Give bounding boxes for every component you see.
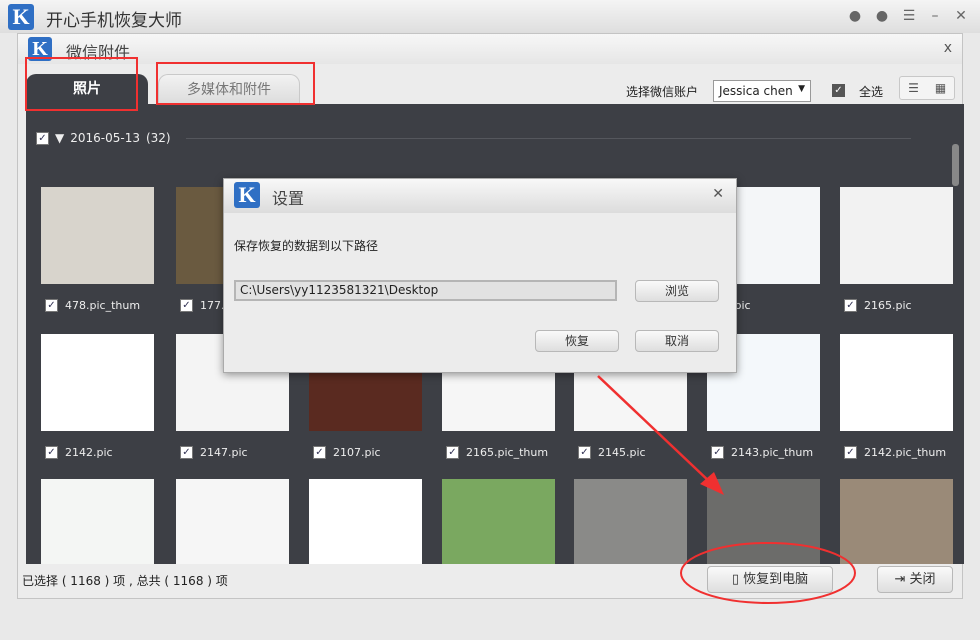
photo-checkbox[interactable]: ✓ — [180, 446, 193, 459]
phone-to-pc-icon: ▯ — [731, 572, 744, 587]
photo-label: ✓ 2143.pic_thum — [711, 446, 813, 459]
photo-thumbnail[interactable] — [840, 187, 953, 284]
selection-status: 已选择 ( 1168 ) 项 , 总共 ( 1168 ) 项 — [22, 574, 228, 588]
exit-icon: ⇥ — [894, 572, 910, 587]
restore-to-pc-label: 恢复到电脑 — [743, 572, 809, 587]
divider — [186, 138, 911, 139]
photo-checkbox[interactable]: ✓ — [844, 299, 857, 312]
app-titlebar: K 开心手机恢复大师 ● ● ☰ – ✕ — [0, 0, 980, 33]
view-toggle: ☰ ▦ — [899, 76, 955, 100]
photo-thumbnail[interactable] — [41, 479, 154, 564]
app-logo: K — [8, 4, 34, 30]
restore-button[interactable]: 恢复 — [535, 330, 619, 352]
dialog-close-icon[interactable]: ✕ — [712, 186, 724, 202]
wechat-icon[interactable]: ● — [846, 8, 864, 24]
save-path-input[interactable]: C:\Users\yy1123581321\Desktop — [234, 280, 617, 301]
dialog-message: 保存恢复的数据到以下路径 — [234, 239, 379, 253]
tab-photos[interactable]: 照片 — [26, 74, 148, 104]
photo-label: ✓ 2142.pic_thum — [844, 446, 946, 459]
group-count: (32) — [145, 131, 171, 145]
photo-label: ✓ 2165.pic — [844, 299, 912, 312]
panel-close-icon[interactable]: x — [944, 40, 952, 56]
close-button[interactable]: ⇥ 关闭 — [877, 566, 953, 593]
photo-label: ✓ 2145.pic — [578, 446, 646, 459]
photo-checkbox[interactable]: ✓ — [45, 299, 58, 312]
collapse-icon[interactable]: ▼ — [55, 131, 64, 145]
photo-checkbox[interactable]: ✓ — [711, 446, 724, 459]
calendar-view-icon[interactable]: ▦ — [927, 77, 954, 99]
photo-checkbox[interactable]: ✓ — [313, 446, 326, 459]
photo-filename: 478.pic_thum — [65, 299, 141, 312]
group-checkbox[interactable]: ✓ — [36, 131, 49, 145]
account-label: 选择微信账户 — [626, 85, 699, 99]
dialog-titlebar: K 设置 ✕ — [224, 179, 736, 213]
photo-label: ✓ 2107.pic — [313, 446, 381, 459]
account-value: Jessica chen — [719, 84, 793, 98]
feedback-icon[interactable]: ☰ — [900, 8, 918, 24]
photo-checkbox[interactable]: ✓ — [578, 446, 591, 459]
photo-thumbnail[interactable] — [176, 479, 289, 564]
date-group-header[interactable]: ✓ ▼ 2016-05-13 (32) — [36, 131, 171, 145]
minimize-icon[interactable]: – — [926, 8, 944, 24]
chevron-down-icon: ▼ — [798, 84, 805, 94]
photo-filename: 2143.pic_thum — [731, 446, 814, 459]
panel-logo: K — [28, 37, 52, 61]
panel-title: 微信附件 — [66, 43, 131, 62]
restore-to-pc-button[interactable]: ▯ 恢复到电脑 — [707, 566, 833, 593]
photo-checkbox[interactable]: ✓ — [45, 446, 58, 459]
photo-thumbnail[interactable] — [442, 479, 555, 564]
cancel-button[interactable]: 取消 — [635, 330, 719, 352]
tab-media-attachments[interactable]: 多媒体和附件 — [158, 74, 300, 104]
select-all-checkbox[interactable]: ✓ — [832, 84, 845, 97]
photo-label: ✓ 2142.pic — [45, 446, 113, 459]
chat-icon[interactable]: ● — [873, 8, 891, 24]
photo-filename: 2147.pic — [200, 446, 248, 459]
photo-checkbox[interactable]: ✓ — [844, 446, 857, 459]
group-date: 2016-05-13 — [70, 131, 140, 145]
select-all-label: 全选 — [859, 85, 884, 99]
account-select[interactable]: Jessica chen ▼ — [713, 80, 811, 102]
photo-thumbnail[interactable] — [41, 187, 154, 284]
photo-filename: 2165.pic — [864, 299, 912, 312]
settings-dialog: K 设置 ✕ 保存恢复的数据到以下路径 C:\Users\yy112358132… — [223, 178, 737, 373]
photo-label: ✓ 2147.pic — [180, 446, 248, 459]
scrollbar[interactable] — [952, 144, 959, 186]
photo-checkbox[interactable]: ✓ — [180, 299, 193, 312]
list-view-icon[interactable]: ☰ — [900, 77, 927, 99]
photo-thumbnail[interactable] — [707, 479, 820, 564]
dialog-logo: K — [234, 182, 260, 208]
photo-label: ✓ 2165.pic_thum — [446, 446, 548, 459]
panel-titlebar: K 微信附件 x — [18, 34, 962, 64]
photo-filename: 2145.pic — [598, 446, 646, 459]
photo-filename: 2107.pic — [333, 446, 381, 459]
photo-label: ✓ 478.pic_thum — [45, 299, 140, 312]
close-icon[interactable]: ✕ — [952, 8, 970, 24]
dialog-title: 设置 — [272, 189, 305, 208]
photo-checkbox[interactable]: ✓ — [446, 446, 459, 459]
photo-thumbnail[interactable] — [840, 334, 953, 431]
photo-thumbnail[interactable] — [840, 479, 953, 564]
browse-button[interactable]: 浏览 — [635, 280, 719, 302]
photo-filename: 2142.pic_thum — [864, 446, 947, 459]
photo-filename: 2142.pic — [65, 446, 113, 459]
app-title: 开心手机恢复大师 — [46, 11, 182, 31]
photo-thumbnail[interactable] — [309, 479, 422, 564]
close-label: 关闭 — [909, 572, 936, 587]
photo-thumbnail[interactable] — [574, 479, 687, 564]
photo-thumbnail[interactable] — [41, 334, 154, 431]
photo-filename: 2165.pic_thum — [466, 446, 549, 459]
